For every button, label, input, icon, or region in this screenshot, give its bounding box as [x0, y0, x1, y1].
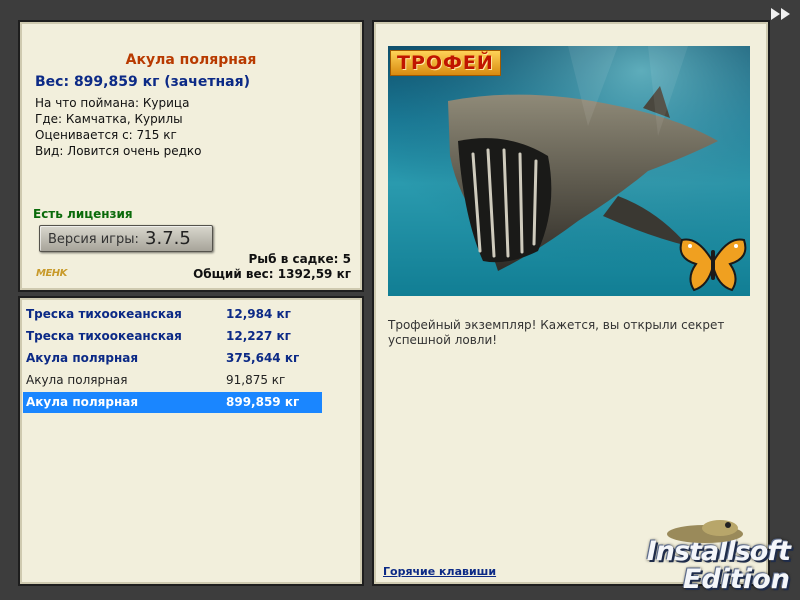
catch-name: Треска тихоокеанская	[26, 307, 182, 321]
catch-weight: 12,227 кг	[226, 329, 291, 343]
version-badge: Версия игры: 3.7.5	[39, 225, 213, 252]
trophy-label: ТРОФЕЙ	[390, 50, 501, 76]
catch-name: Акула полярная	[26, 373, 128, 387]
value-info: Оценивается с: 715 кг	[35, 128, 177, 142]
catch-weight: 12,984 кг	[226, 307, 291, 321]
catch-row[interactable]: Акула полярная 375,644 кг	[23, 348, 322, 369]
catch-row[interactable]: Акула полярная 91,875 кг	[23, 370, 322, 391]
version-number: 3.7.5	[145, 228, 191, 249]
catch-row[interactable]: Треска тихоокеанская 12,227 кг	[23, 326, 322, 347]
fish-weight: Вес: 899,859 кг (зачетная)	[35, 74, 250, 90]
fish-count: Рыб в садке: 5	[248, 252, 352, 266]
catch-name: Акула полярная	[26, 351, 139, 365]
license-status: Есть лицензия	[33, 207, 133, 221]
rarity-info: Вид: Ловится очень редко	[35, 144, 202, 158]
installsoft-brand: Installsoft Edition	[647, 520, 791, 595]
small-logo: MEHK	[36, 268, 67, 279]
catch-name: Треска тихоокеанская	[26, 329, 182, 343]
catch-list-panel: Треска тихоокеанская 12,984 кг Треска ти…	[18, 296, 364, 586]
total-weight: Общий вес: 1392,59 кг	[193, 267, 351, 281]
trophy-panel: ТРОФЕЙ Трофейный экземпляр! Кажется, вы …	[372, 20, 770, 586]
catch-name: Акула полярная	[26, 395, 139, 409]
catch-weight: 899,859 кг	[226, 395, 300, 409]
version-label: Версия игры:	[48, 232, 139, 247]
location-info: Где: Камчатка, Курилы	[35, 112, 183, 126]
hotkeys-link[interactable]: Горячие клавиши	[383, 565, 496, 578]
catch-weight: 375,644 кг	[226, 351, 300, 365]
butterfly-icon	[679, 238, 747, 292]
frog-icon	[667, 520, 743, 543]
trophy-photo: ТРОФЕЙ	[388, 46, 750, 296]
bait-info: На что поймана: Курица	[35, 96, 190, 110]
fish-title: Акула полярная	[125, 52, 257, 68]
fish-info-panel: Акула полярная Вес: 899,859 кг (зачетная…	[18, 20, 364, 292]
brand-line2: Edition	[683, 564, 790, 595]
catch-row-selected[interactable]: Акула полярная 899,859 кг	[23, 392, 322, 413]
trophy-message: Трофейный экземпляр! Кажется, вы открыли…	[388, 318, 725, 347]
fast-forward-icon[interactable]	[770, 6, 792, 22]
catch-row[interactable]: Треска тихоокеанская 12,984 кг	[23, 304, 322, 325]
catch-weight: 91,875 кг	[226, 373, 286, 387]
